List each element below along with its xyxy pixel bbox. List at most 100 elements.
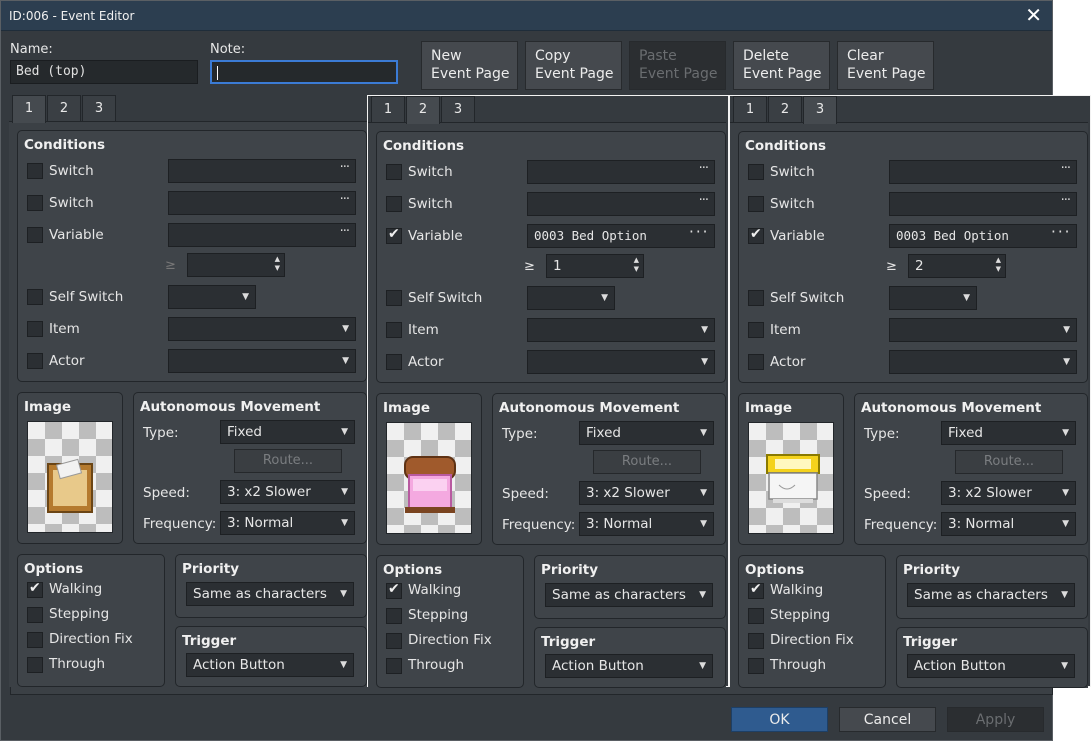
through-checkbox[interactable] [386, 658, 402, 674]
switch-1-checkbox[interactable] [386, 164, 402, 180]
movement-type-select[interactable]: Fixed ▼ [941, 421, 1076, 445]
speed-select[interactable]: 3: x2 Slower ▼ [941, 481, 1076, 505]
apply-button[interactable]: Apply [947, 707, 1044, 732]
switch-2-checkbox[interactable] [27, 195, 43, 211]
movement-type-select[interactable]: Fixed ▼ [220, 420, 355, 444]
paste-event-page-button[interactable]: Paste Event Page [629, 41, 726, 90]
variable-value-spinner[interactable]: ▲ ▼ [187, 253, 285, 277]
switch-1-select[interactable]: ··· [889, 160, 1077, 184]
image-title: Image [745, 400, 793, 416]
switch-2-select[interactable]: ··· [889, 192, 1077, 216]
actor-checkbox[interactable] [386, 354, 402, 370]
item-checkbox[interactable] [748, 322, 764, 338]
item-checkbox[interactable] [27, 321, 43, 337]
priority-select[interactable]: Same as characters ▼ [186, 582, 354, 606]
stepping-checkbox[interactable] [27, 607, 43, 623]
direction-fix-label: Direction Fix [770, 632, 854, 648]
item-select[interactable]: ▼ [527, 318, 715, 342]
trigger-select[interactable]: Action Button ▼ [186, 653, 354, 677]
event-image-preview[interactable] [27, 421, 113, 533]
tab-page-3[interactable]: 3 [803, 96, 837, 124]
switch-1-select[interactable]: ··· [168, 159, 356, 183]
trigger-select[interactable]: Action Button ▼ [907, 654, 1075, 678]
frequency-select[interactable]: 3: Normal ▼ [579, 512, 714, 536]
tab-page-2[interactable]: 2 [768, 96, 802, 123]
movement-type-select[interactable]: Fixed ▼ [579, 421, 714, 445]
new-event-page-button[interactable]: New Event Page [421, 41, 518, 90]
tab-page-2[interactable]: 2 [406, 96, 440, 124]
item-checkbox[interactable] [386, 322, 402, 338]
name-field[interactable]: Bed (top) [10, 60, 198, 84]
through-checkbox[interactable] [27, 657, 43, 673]
actor-select[interactable]: ▼ [527, 350, 715, 374]
event-image-preview[interactable] [386, 422, 472, 534]
route-button[interactable]: Route... [234, 449, 342, 473]
variable-checkbox[interactable]: ✔ [748, 226, 764, 244]
direction-fix-checkbox[interactable] [748, 633, 764, 649]
note-field[interactable] [210, 60, 398, 84]
direction-fix-checkbox[interactable] [27, 632, 43, 648]
tab-page-1[interactable]: 1 [371, 96, 405, 123]
cancel-button[interactable]: Cancel [839, 707, 936, 732]
chevron-down-icon: ▼ [701, 357, 708, 367]
self-switch-checkbox[interactable] [386, 290, 402, 306]
speed-select[interactable]: 3: x2 Slower ▼ [220, 480, 355, 504]
trigger-select[interactable]: Action Button ▼ [545, 654, 713, 678]
stepping-checkbox[interactable] [748, 608, 764, 624]
tab-page-3[interactable]: 3 [441, 96, 475, 123]
self-switch-checkbox[interactable] [27, 289, 43, 305]
self-switch-select[interactable]: ▼ [527, 286, 615, 310]
walking-checkbox[interactable]: ✔ [27, 580, 43, 598]
speed-select[interactable]: 3: x2 Slower ▼ [579, 481, 714, 505]
stepping-checkbox[interactable] [386, 608, 402, 624]
autonomous-movement-group: Autonomous Movement Type: Fixed ▼ Route... Sp… [854, 393, 1088, 545]
switch-2-select[interactable]: ··· [168, 191, 356, 215]
route-button[interactable]: Route... [955, 450, 1063, 474]
route-button[interactable]: Route... [593, 450, 701, 474]
variable-checkbox[interactable]: ✔ [386, 226, 402, 244]
walking-checkbox[interactable]: ✔ [386, 581, 402, 599]
actor-label: Actor [770, 354, 806, 370]
variable-select[interactable]: ··· [168, 223, 356, 247]
variable-select[interactable]: 0003 Bed Option ··· [889, 224, 1077, 248]
delete-event-page-button[interactable]: Delete Event Page [733, 41, 830, 90]
event-page-2: 1 2 3 Conditions Switch Switch ✔ Variable Self S… [367, 95, 729, 688]
actor-checkbox[interactable] [748, 354, 764, 370]
tab-page-1[interactable]: 1 [12, 95, 46, 123]
clear-event-page-button[interactable]: Clear Event Page [837, 41, 934, 90]
self-switch-checkbox[interactable] [748, 290, 764, 306]
self-switch-select[interactable]: ▼ [168, 285, 256, 309]
event-image-preview[interactable] [748, 422, 834, 534]
variable-checkbox[interactable] [27, 227, 43, 243]
priority-select[interactable]: Same as characters ▼ [907, 583, 1075, 607]
variable-select[interactable]: 0003 Bed Option ··· [527, 224, 715, 248]
variable-value-spinner[interactable]: 1 ▲ ▼ [546, 254, 644, 278]
frequency-select[interactable]: 3: Normal ▼ [220, 511, 355, 535]
switch-2-checkbox[interactable] [386, 196, 402, 212]
variable-value-spinner[interactable]: 2 ▲ ▼ [908, 254, 1006, 278]
ok-button[interactable]: OK [731, 707, 828, 732]
chevron-down-icon: ▼ [700, 488, 707, 498]
through-checkbox[interactable] [748, 658, 764, 674]
actor-select[interactable]: ▼ [889, 350, 1077, 374]
close-icon[interactable]: ✕ [1025, 3, 1042, 27]
switch-1-select[interactable]: ··· [527, 160, 715, 184]
switch-2-checkbox[interactable] [748, 196, 764, 212]
self-switch-select[interactable]: ▼ [889, 286, 977, 310]
title-bar: ID:006 - Event Editor ✕ [1, 1, 1052, 31]
tab-page-2[interactable]: 2 [47, 95, 81, 122]
frequency-select[interactable]: 3: Normal ▼ [941, 512, 1076, 536]
item-select[interactable]: ▼ [889, 318, 1077, 342]
priority-select[interactable]: Same as characters ▼ [545, 583, 713, 607]
walking-checkbox[interactable]: ✔ [748, 581, 764, 599]
switch-2-select[interactable]: ··· [527, 192, 715, 216]
actor-select[interactable]: ▼ [168, 349, 356, 373]
tab-page-3[interactable]: 3 [82, 95, 116, 122]
item-select[interactable]: ▼ [168, 317, 356, 341]
switch-1-checkbox[interactable] [748, 164, 764, 180]
direction-fix-checkbox[interactable] [386, 633, 402, 649]
copy-event-page-button[interactable]: Copy Event Page [525, 41, 622, 90]
switch-1-checkbox[interactable] [27, 163, 43, 179]
tab-page-1[interactable]: 1 [733, 96, 767, 123]
actor-checkbox[interactable] [27, 353, 43, 369]
